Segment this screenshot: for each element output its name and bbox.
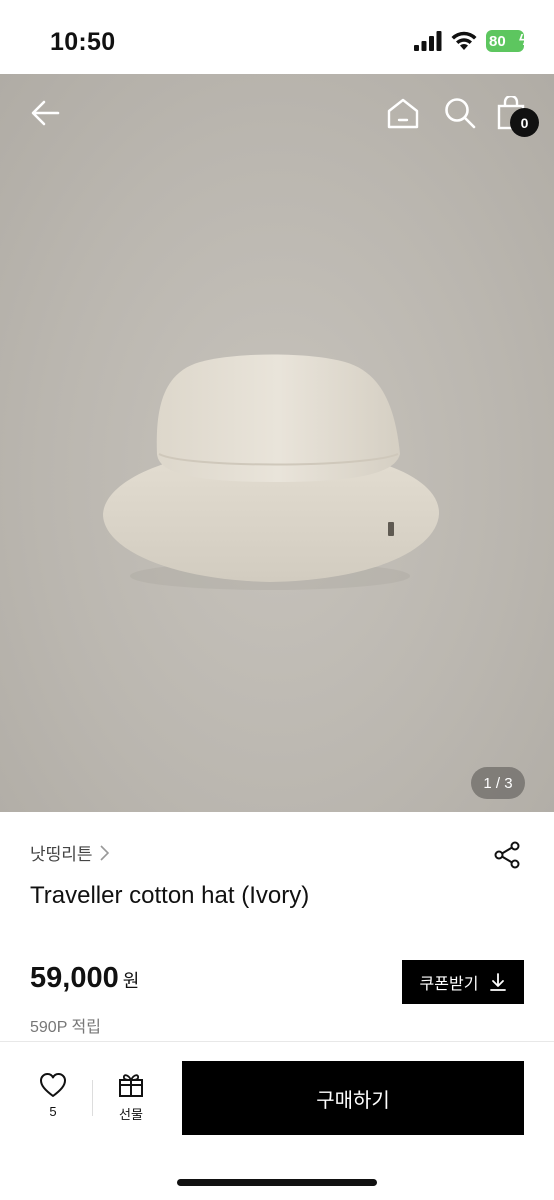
buy-now-button[interactable]: 구매하기 xyxy=(182,1061,524,1135)
coupon-label: 쿠폰받기 xyxy=(419,976,479,993)
price-row: 59,000 원 xyxy=(30,962,139,995)
status-bar: 10:50 80 ϟ xyxy=(0,0,554,74)
product-image-gallery[interactable]: 0 1 / 3 xyxy=(0,74,554,812)
status-time: 10:50 xyxy=(50,28,116,56)
gift-icon xyxy=(119,1074,143,1097)
charging-bolt-icon: ϟ xyxy=(519,32,527,49)
bottom-separator xyxy=(92,1080,93,1116)
price-unit: 원 xyxy=(122,971,140,991)
chevron-right-icon xyxy=(99,844,109,861)
search-icon[interactable] xyxy=(443,96,477,130)
product-detail-screen: 10:50 80 ϟ 0 1 / 3 낫띵리튼 Traveller cotton… xyxy=(0,0,554,1200)
product-title: Traveller cotton hat (Ivory) xyxy=(30,882,310,909)
wifi-icon xyxy=(451,31,477,50)
section-divider xyxy=(0,1041,554,1042)
gift-label: 선물 xyxy=(119,1107,143,1122)
top-navigation: 0 xyxy=(0,74,554,154)
share-icon[interactable] xyxy=(492,840,522,870)
signal-icon xyxy=(414,31,442,51)
brand-link[interactable]: 낫띵리튼 xyxy=(30,840,109,865)
gift-button[interactable]: 선물 xyxy=(108,1072,154,1123)
image-page-indicator: 1 / 3 xyxy=(471,767,525,799)
product-price: 59,000 xyxy=(30,962,119,994)
brand-name: 낫띵리튼 xyxy=(30,845,93,864)
reward-points: 590P 적립 xyxy=(30,1019,101,1036)
coupon-download-button[interactable]: 쿠폰받기 xyxy=(402,960,524,1004)
buy-label: 구매하기 xyxy=(316,1089,390,1112)
status-icons: 80 ϟ xyxy=(414,30,527,52)
battery-level: 80 xyxy=(489,32,506,50)
download-icon xyxy=(490,973,507,991)
product-hat-image xyxy=(103,354,440,590)
home-indicator xyxy=(177,1179,377,1186)
home-icon[interactable] xyxy=(386,96,420,130)
battery-indicator: 80 ϟ xyxy=(486,30,527,52)
back-arrow-icon[interactable] xyxy=(28,96,62,130)
cart-count-badge: 0 xyxy=(510,108,539,137)
heart-icon xyxy=(40,1073,66,1097)
like-count: 5 xyxy=(49,1104,57,1119)
like-button[interactable]: 5 xyxy=(30,1072,76,1119)
